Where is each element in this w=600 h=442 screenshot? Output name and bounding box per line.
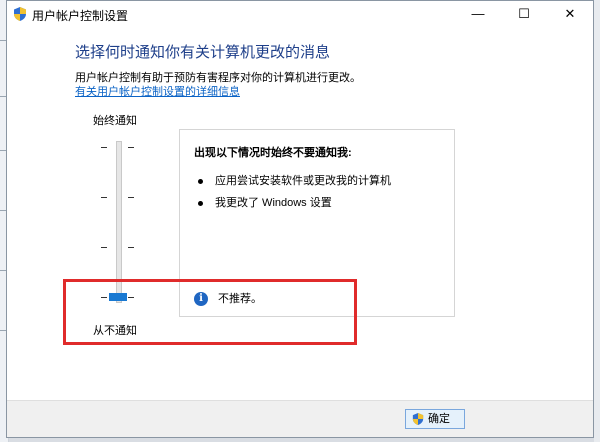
slider-tick — [128, 147, 134, 148]
red-annotation-box — [63, 279, 357, 345]
bullet-text: 应用尝试安装软件或更改我的计算机 — [215, 175, 391, 187]
minimize-icon[interactable]: — — [455, 1, 501, 27]
close-icon[interactable]: ✕ — [547, 1, 593, 27]
panel-bullet-item: 我更改了 Windows 设置 — [198, 194, 332, 210]
panel-bullet-item: 应用尝试安装软件或更改我的计算机 — [198, 172, 391, 188]
uac-help-link[interactable]: 有关用户帐户控制设置的详细信息 — [75, 83, 240, 99]
title-bar[interactable]: 用户帐户控制设置 — ☐ ✕ — [7, 1, 593, 27]
dialog-footer: 确定 — [7, 400, 593, 437]
bullet-icon — [198, 200, 203, 206]
uac-settings-window: 用户帐户控制设置 — ☐ ✕ 选择何时通知你有关计算机更改的消息 用户帐户控制有… — [6, 0, 594, 438]
bullet-text: 我更改了 Windows 设置 — [215, 197, 332, 209]
slider-tick — [101, 147, 107, 148]
slider-tick — [128, 247, 134, 248]
window-title: 用户帐户控制设置 — [32, 9, 129, 23]
slider-tick — [101, 197, 107, 198]
slider-top-label: 始终通知 — [93, 115, 137, 127]
background-window-right — [594, 0, 600, 442]
ok-button-label: 确定 — [428, 413, 450, 425]
maximize-icon[interactable]: ☐ — [501, 1, 547, 27]
panel-heading: 出现以下情况时始终不要通知我: — [194, 147, 352, 159]
bullet-icon — [198, 178, 203, 184]
ok-button[interactable]: 确定 — [405, 409, 465, 429]
page-heading: 选择何时通知你有关计算机更改的消息 — [75, 44, 331, 61]
uac-shield-icon — [412, 413, 424, 425]
uac-shield-icon — [14, 7, 26, 21]
slider-tick — [101, 247, 107, 248]
slider-tick — [128, 197, 134, 198]
